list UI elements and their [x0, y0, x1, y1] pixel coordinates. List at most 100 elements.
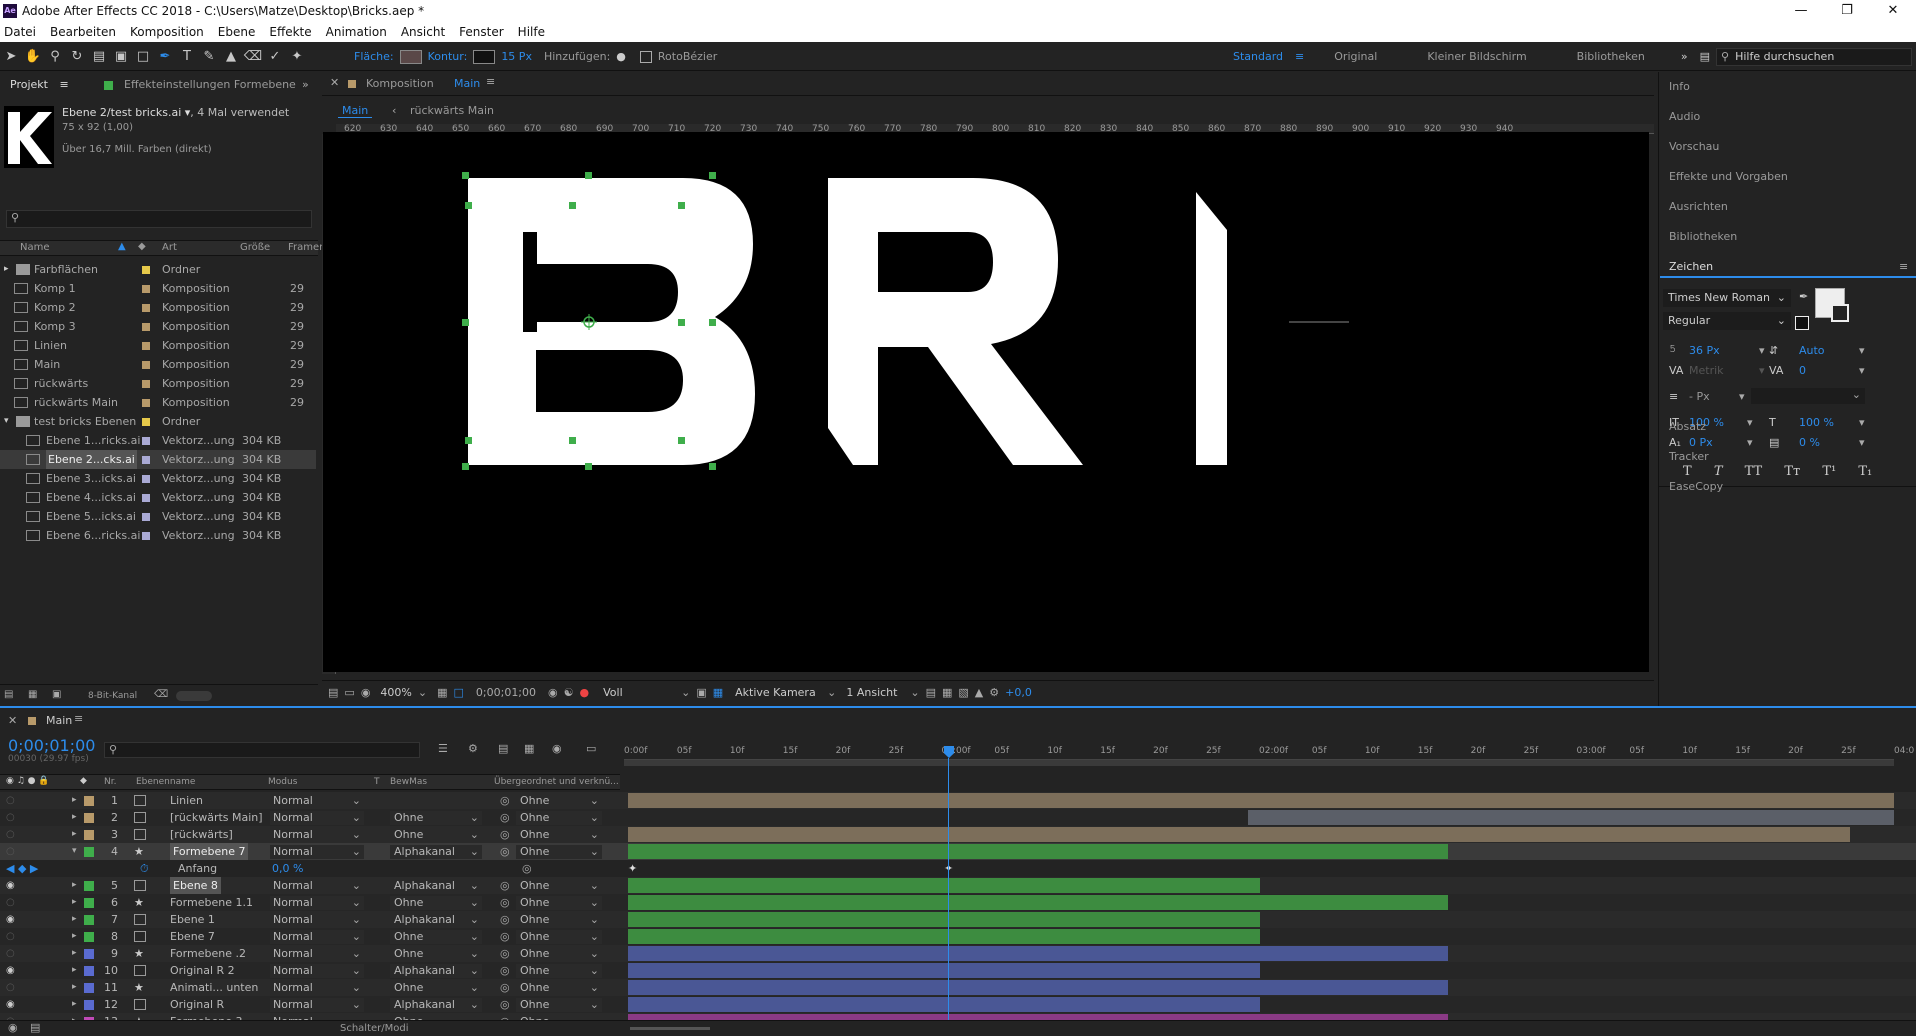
layer-row[interactable]: ○ ▸ 9 ★ Formebene .2 Normal ⌄ Ohne ⌄ ◎ Ohne ⌄ — [0, 945, 1916, 962]
pick-whip-icon[interactable]: ◎ — [500, 962, 510, 979]
blend-mode-select[interactable]: Normal⌄ — [270, 947, 364, 961]
layer-duration-bar[interactable] — [628, 929, 1260, 944]
project-item-row[interactable]: rückwärts Main Komposition 29 — [0, 393, 316, 412]
frame-blending-icon[interactable]: ▦ — [524, 742, 534, 755]
timeline-icon[interactable]: ▧ — [958, 686, 968, 699]
path-vertex[interactable] — [678, 437, 685, 444]
label-color[interactable] — [142, 285, 150, 293]
pick-whip-icon[interactable]: ◎ — [500, 945, 510, 962]
stroke-width-value[interactable]: - Px — [1689, 390, 1710, 403]
layer-name[interactable]: [rückwärts] — [170, 826, 233, 843]
layer-label-color[interactable] — [84, 796, 94, 806]
column-t[interactable]: T — [374, 777, 380, 787]
panel-overflow-icon[interactable]: » — [302, 78, 309, 91]
label-color[interactable] — [142, 266, 150, 274]
workspace-menu-icon[interactable]: ≡ — [1295, 50, 1304, 63]
channel-icon[interactable]: ● — [580, 686, 590, 699]
motion-blur-icon[interactable]: ◉ — [552, 742, 562, 755]
black-swatch[interactable] — [1795, 316, 1809, 330]
label-color[interactable] — [142, 494, 150, 502]
bbox-handle[interactable] — [585, 463, 592, 470]
chevron-down-icon[interactable]: ⌄ — [827, 686, 836, 699]
menu-effekte[interactable]: Effekte — [269, 25, 311, 39]
pick-whip-icon[interactable]: ◎ — [500, 928, 510, 945]
twirl-icon[interactable]: ▸ — [72, 962, 77, 979]
selection-tool-icon[interactable]: ➤ — [0, 46, 22, 68]
menu-hilfe[interactable]: Hilfe — [518, 25, 545, 39]
layer-name[interactable]: Formebene 1.1 — [170, 894, 253, 911]
layer-row[interactable]: ○ ▸ 11 ★ Animati... unten Normal ⌄ Ohne ⌄ ◎ Ohne ⌄ — [0, 979, 1916, 996]
maximize-icon[interactable]: ❐ — [1824, 0, 1870, 22]
twirl-icon[interactable]: ▸ — [72, 911, 77, 928]
bbox-handle[interactable] — [709, 319, 716, 326]
path-vertex[interactable] — [678, 319, 685, 326]
blend-mode-select[interactable]: Normal⌄ — [270, 930, 364, 944]
label-color[interactable] — [142, 342, 150, 350]
reset-exposure-icon[interactable]: ⚙ — [989, 686, 999, 699]
layer-label-color[interactable] — [84, 949, 94, 959]
parent-select[interactable]: Ohne⌄ — [516, 930, 602, 944]
path-vertex[interactable] — [465, 202, 472, 209]
twirl-icon[interactable]: ▸ — [72, 996, 77, 1013]
layer-duration-bar[interactable] — [628, 997, 1260, 1012]
layer-name[interactable]: Ebene 1 — [170, 911, 215, 928]
tab-effekteinstellungen[interactable]: Effekteinstellungen Formebene — [124, 74, 296, 96]
track-matte-select[interactable]: Ohne⌄ — [390, 896, 482, 910]
menu-komposition[interactable]: Komposition — [130, 25, 204, 39]
layer-row[interactable]: ◉ ▸ 5 Ebene 8 Normal ⌄ Alphakanal ⌄ ◎ Ohne ⌄ — [0, 877, 1916, 894]
parent-select[interactable]: Ohne⌄ — [516, 896, 602, 910]
visibility-eye-icon[interactable]: ○ — [6, 928, 18, 945]
project-item-row[interactable]: Ebene 4...icks.ai Vektorz...ung 304 KB — [0, 488, 316, 507]
pick-whip-icon[interactable]: ◎ — [500, 809, 510, 826]
column-ebenenname[interactable]: Ebenenname — [136, 777, 195, 787]
layer-name[interactable]: Ebene 7 — [170, 928, 215, 945]
clone-stamp-tool-icon[interactable]: ▲ — [220, 46, 242, 68]
region-of-interest-icon[interactable]: ▣ — [696, 686, 706, 699]
workspace-kleiner-bildschirm[interactable]: Kleiner Bildschirm — [1427, 50, 1526, 63]
roto-brush-tool-icon[interactable]: ✓ — [264, 46, 286, 68]
path-vertex[interactable] — [678, 202, 685, 209]
layer-duration-bar[interactable] — [628, 793, 1894, 808]
pick-whip-icon[interactable]: ◎ — [522, 860, 532, 877]
track-matte-select[interactable]: Alphakanal ⌄ — [390, 879, 482, 893]
bbox-handle[interactable] — [585, 172, 592, 179]
tracking-value[interactable]: 0 — [1799, 364, 1806, 377]
layer-row[interactable]: ○ ▸ 8 Ebene 7 Normal ⌄ Ohne ⌄ ◎ Ohne ⌄ — [0, 928, 1916, 945]
new-folder-icon[interactable]: ▦ — [28, 689, 37, 700]
layer-name[interactable]: Linien — [170, 792, 203, 809]
project-item-row[interactable]: Ebene 1...ricks.ai Vektorz...ung 304 KB — [0, 431, 316, 450]
label-color[interactable] — [142, 475, 150, 483]
layer-row[interactable]: ○ ▸ 3 [rückwärts] Normal ⌄ Ohne ⌄ ◎ Ohne ⌄ — [0, 826, 1916, 843]
menu-bearbeiten[interactable]: Bearbeiten — [50, 25, 116, 39]
workspace-bibliotheken[interactable]: Bibliotheken — [1577, 50, 1645, 63]
column-parent[interactable]: Übergeordnet und verknü... — [494, 777, 619, 787]
trash-icon[interactable]: ⌫ — [154, 689, 168, 700]
fill-color-swatch[interactable] — [399, 49, 422, 64]
work-area-bar[interactable] — [624, 760, 1894, 766]
bbox-handle[interactable] — [709, 172, 716, 179]
column-nr[interactable]: Nr. — [104, 777, 116, 787]
stroke-color-swatch[interactable] — [1831, 304, 1849, 322]
track-matte-select[interactable]: Alphakanal ⌄ — [390, 845, 482, 859]
track-matte-select[interactable]: Alphakanal ⌄ — [390, 913, 482, 927]
in-out-icon[interactable]: ▤ — [30, 1021, 40, 1034]
project-item-row[interactable]: Ebene 6...ricks.ai Vektorz...ung 304 KB — [0, 526, 316, 545]
blend-mode-select[interactable]: Normal⌄ — [270, 845, 364, 859]
blend-mode-select[interactable]: Normal⌄ — [270, 896, 364, 910]
property-row[interactable]: ◀ ◆ ▶⏱Anfang0,0 %◎✦✦ — [0, 860, 1916, 877]
path-vertex[interactable] — [465, 437, 472, 444]
font-family-select[interactable]: Times New Roman ⌄ — [1663, 289, 1791, 307]
project-item-row[interactable]: Ebene 3...icks.ai Vektorz...ung 304 KB — [0, 469, 316, 488]
close-icon[interactable]: ✕ — [1870, 0, 1916, 22]
layer-duration-bar[interactable] — [1248, 810, 1894, 825]
pick-whip-icon[interactable]: ◎ — [500, 996, 510, 1013]
layer-row[interactable]: ◉ ▸ 12 Original R Normal ⌄ Alphakanal ⌄ ◎ Ohne ⌄ — [0, 996, 1916, 1013]
panel-absatz[interactable]: Absatz — [1669, 412, 1706, 442]
parent-select[interactable]: Ohne⌄ — [516, 947, 602, 961]
view-layout-select[interactable]: 1 Ansicht — [846, 686, 904, 699]
bbox-handle[interactable] — [462, 172, 469, 179]
render-time-icon[interactable]: ◉ — [8, 1021, 18, 1034]
pick-whip-icon[interactable]: ◎ — [500, 894, 510, 911]
pick-whip-icon[interactable]: ◎ — [500, 911, 510, 928]
pick-whip-icon[interactable]: ◎ — [500, 843, 510, 860]
